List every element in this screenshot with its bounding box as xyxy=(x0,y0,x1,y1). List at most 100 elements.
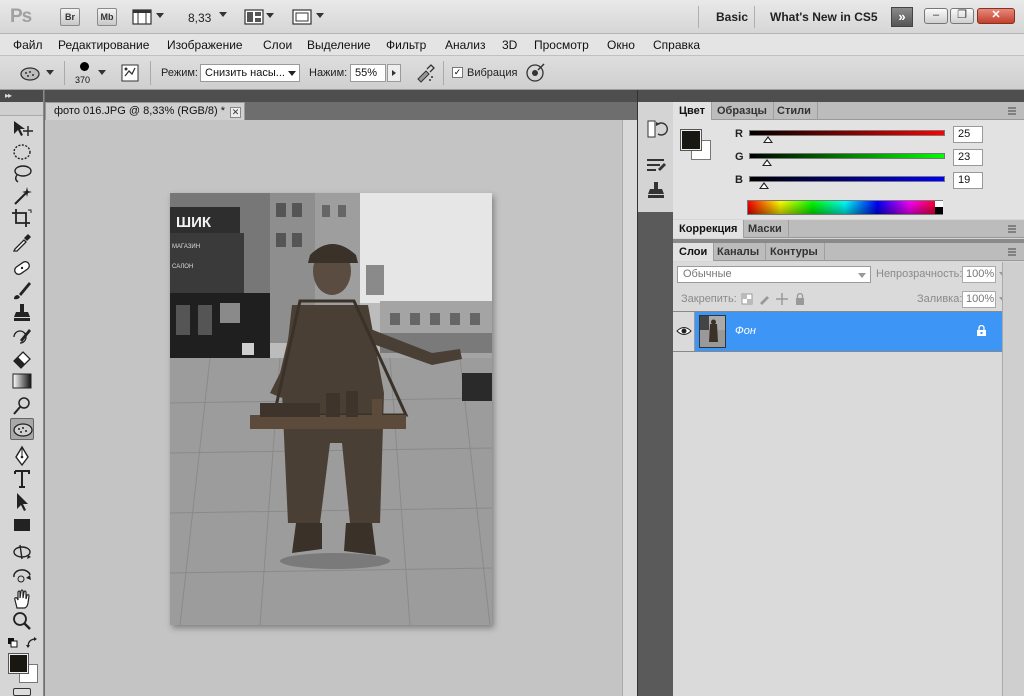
green-slider-thumb[interactable] xyxy=(761,159,772,166)
brush-panel-button[interactable] xyxy=(120,63,140,83)
airbrush-button[interactable] xyxy=(414,63,436,83)
flow-input[interactable]: 55% xyxy=(350,64,386,82)
mini-bridge-button[interactable]: Mb xyxy=(97,8,117,26)
lock-image-icon[interactable] xyxy=(758,293,770,305)
canvas-pasteboard[interactable]: ШИК МАГАЗИН САЛОН xyxy=(45,120,622,696)
menu-image[interactable]: Изображение xyxy=(167,38,243,52)
layer-name[interactable]: Фон xyxy=(735,325,756,337)
foreground-color-swatch[interactable] xyxy=(8,653,29,674)
close-icon[interactable]: ✕ xyxy=(230,107,241,118)
vertical-scrollbar[interactable] xyxy=(622,120,637,696)
menu-edit[interactable]: Редактирование xyxy=(58,38,149,52)
hand-tool[interactable] xyxy=(10,588,34,610)
lock-all-icon[interactable] xyxy=(794,293,806,305)
color-ramp-black-white[interactable] xyxy=(935,201,943,214)
eraser-tool[interactable] xyxy=(10,347,34,369)
history-panel-button[interactable] xyxy=(644,118,668,140)
lasso-tool[interactable] xyxy=(10,163,34,185)
visibility-toggle[interactable] xyxy=(673,312,695,351)
menu-file[interactable]: Файл xyxy=(13,38,43,52)
vibrance-checkbox[interactable]: ✓ xyxy=(452,67,463,78)
swap-colors-icon[interactable] xyxy=(26,637,38,649)
blur-tool[interactable] xyxy=(10,395,34,417)
eyedropper-tool[interactable] xyxy=(10,230,34,252)
flow-slider-button[interactable] xyxy=(387,64,401,82)
sponge-tool[interactable] xyxy=(10,418,34,440)
more-workspaces-button[interactable]: » xyxy=(891,7,913,27)
lock-position-icon[interactable] xyxy=(776,293,788,305)
menu-help[interactable]: Справка xyxy=(653,38,700,52)
tab-channels[interactable]: Каналы xyxy=(711,243,767,261)
panels-topbar[interactable] xyxy=(673,90,1024,102)
green-value[interactable]: 23 xyxy=(953,149,983,166)
tab-styles[interactable]: Стили xyxy=(771,102,818,120)
minimize-button[interactable]: – xyxy=(924,8,948,24)
workspace-basic[interactable]: Basic xyxy=(716,10,748,24)
crop-tool[interactable] xyxy=(10,207,34,229)
red-slider-thumb[interactable] xyxy=(763,136,774,143)
red-slider[interactable] xyxy=(749,130,945,136)
menu-window[interactable]: Окно xyxy=(607,38,635,52)
menu-layers[interactable]: Слои xyxy=(263,38,292,52)
foreground-color-swatch[interactable] xyxy=(680,129,702,151)
layer-row[interactable]: Фон xyxy=(673,311,1002,352)
workspace-whats-new[interactable]: What's New in CS5 xyxy=(770,10,878,24)
rectangle-tool[interactable] xyxy=(10,514,34,536)
lock-transparent-icon[interactable] xyxy=(741,293,753,305)
document-image[interactable]: ШИК МАГАЗИН САЛОН xyxy=(170,193,492,625)
zoom-level[interactable]: 8,33 xyxy=(188,11,211,25)
bridge-button[interactable]: Br xyxy=(60,8,80,26)
tab-adjustments[interactable]: Коррекция xyxy=(673,220,745,238)
blue-value[interactable]: 19 xyxy=(953,172,983,189)
brush-tool[interactable] xyxy=(10,279,34,301)
tab-masks[interactable]: Маски xyxy=(742,220,789,238)
quick-mask-button[interactable] xyxy=(13,688,31,696)
tool-preset-picker[interactable] xyxy=(18,63,58,85)
close-button[interactable]: ✕ xyxy=(977,8,1015,24)
opacity-input[interactable]: 100% xyxy=(962,266,996,283)
arrange-documents-button[interactable] xyxy=(244,8,274,26)
3d-rotate-tool[interactable] xyxy=(10,541,34,563)
screen-mode-button[interactable] xyxy=(292,8,326,26)
tab-paths[interactable]: Контуры xyxy=(764,243,825,261)
path-selection-tool[interactable] xyxy=(10,491,34,513)
blue-slider[interactable] xyxy=(749,176,945,182)
brush-presets-button[interactable] xyxy=(644,154,668,176)
tools-panel-grip[interactable] xyxy=(0,102,43,116)
menu-view[interactable]: Просмотр xyxy=(534,38,589,52)
mode-select[interactable]: Снизить насы... xyxy=(200,64,300,82)
menu-select[interactable]: Выделение xyxy=(307,38,371,52)
panel-menu-icon[interactable] xyxy=(1006,224,1018,234)
layers-scrollbar[interactable] xyxy=(1002,262,1024,696)
view-extras-button[interactable] xyxy=(132,8,166,26)
gradient-tool[interactable] xyxy=(10,370,34,392)
healing-brush-tool[interactable] xyxy=(10,257,34,279)
red-value[interactable]: 25 xyxy=(953,126,983,143)
menu-3d[interactable]: 3D xyxy=(502,38,517,52)
clone-source-button[interactable] xyxy=(644,180,668,202)
tablet-pressure-button[interactable] xyxy=(524,62,546,84)
panel-menu-icon[interactable] xyxy=(1006,247,1018,257)
move-tool[interactable] xyxy=(10,118,34,140)
blue-slider-thumb[interactable] xyxy=(758,182,769,189)
tab-layers[interactable]: Слои xyxy=(673,243,715,261)
clone-stamp-tool[interactable] xyxy=(10,302,34,324)
brush-picker[interactable]: 370 xyxy=(72,59,108,87)
zoom-chevron-down-icon[interactable] xyxy=(219,12,227,17)
quick-selection-tool[interactable] xyxy=(10,185,34,207)
menu-analysis[interactable]: Анализ xyxy=(445,38,486,52)
history-brush-tool[interactable] xyxy=(10,325,34,347)
tab-swatches[interactable]: Образцы xyxy=(711,102,774,120)
green-slider[interactable] xyxy=(749,153,945,159)
3d-orbit-tool[interactable] xyxy=(10,565,34,587)
fill-input[interactable]: 100% xyxy=(962,291,996,308)
document-tab[interactable]: фото 016.JPG @ 8,33% (RGB/8) * ✕ xyxy=(45,102,245,120)
color-ramp[interactable] xyxy=(747,200,943,215)
tab-color[interactable]: Цвет xyxy=(673,102,713,120)
menu-filter[interactable]: Фильтр xyxy=(386,38,426,52)
pen-tool[interactable] xyxy=(10,445,34,467)
dock-topbar[interactable] xyxy=(638,90,673,102)
tools-collapse-button[interactable]: ▸▸ xyxy=(0,90,43,102)
zoom-tool[interactable] xyxy=(10,610,34,632)
blend-mode-select[interactable]: Обычные xyxy=(677,266,871,283)
